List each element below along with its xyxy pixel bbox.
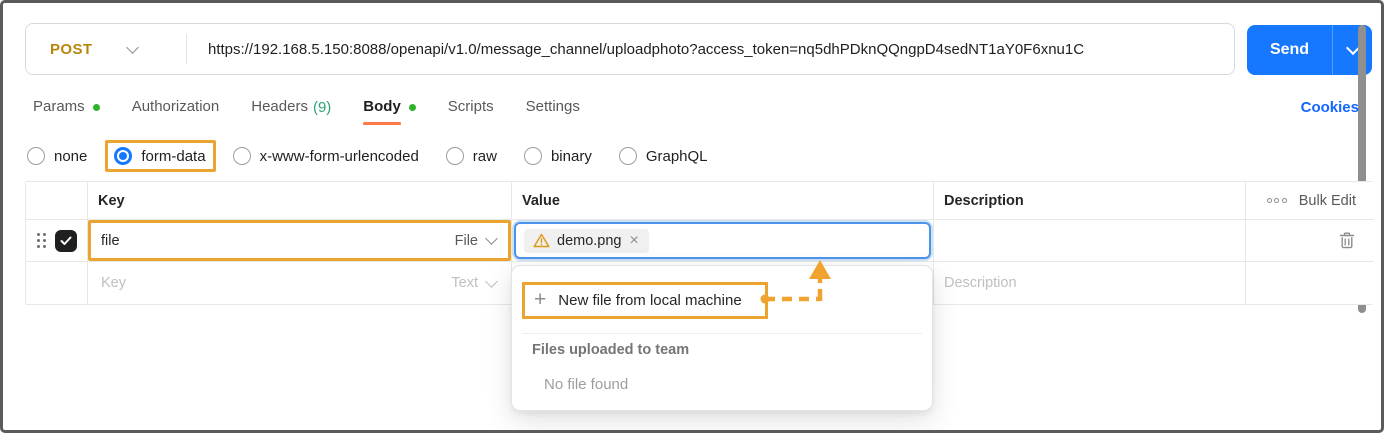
checkmark-icon — [60, 236, 72, 245]
send-button[interactable]: Send — [1247, 25, 1372, 75]
body-type-options: none form-data x-www-form-urlencoded raw… — [27, 139, 708, 173]
table-header-handle — [26, 182, 88, 220]
tab-authorization[interactable]: Authorization — [132, 97, 220, 117]
chevron-down-icon — [485, 274, 498, 288]
tab-label-text: Body — [363, 98, 401, 115]
table-header-actions: Bulk Edit — [1246, 182, 1374, 220]
tab-scripts[interactable]: Scripts — [448, 97, 494, 117]
chevron-down-icon — [485, 232, 498, 245]
description-cell-row1[interactable] — [934, 220, 1246, 262]
cookies-link[interactable]: Cookies — [1301, 99, 1359, 116]
divider — [522, 333, 922, 334]
no-file-found-text: No file found — [544, 376, 629, 393]
radio-label: none — [54, 147, 88, 165]
send-options-button[interactable] — [1333, 25, 1372, 75]
chip-close-icon[interactable]: × — [629, 232, 640, 249]
actions-cell-row1 — [1246, 220, 1374, 262]
radio-label: binary — [550, 147, 592, 165]
value-cell-row1: demo.png × — [512, 220, 934, 262]
table-header-key: Key — [88, 182, 512, 220]
tab-label: Authorization — [131, 98, 220, 115]
radio-binary[interactable]: binary — [523, 147, 592, 165]
radio-none[interactable]: none — [27, 147, 87, 165]
green-dot-icon — [92, 103, 100, 111]
radio-icon — [27, 147, 45, 165]
tab-label: Settings — [525, 98, 580, 115]
radio-checked-icon — [114, 147, 133, 165]
type-select-file[interactable]: File — [454, 232, 511, 249]
radio-form-data[interactable]: form-data — [105, 140, 216, 172]
table-header-description: Description — [934, 182, 1246, 220]
request-tabs: Params Authorization Headers (9) Body Sc… — [33, 97, 580, 125]
description-placeholder: Description — [944, 275, 1017, 291]
active-tab-underline — [363, 122, 401, 125]
chevron-down-icon — [126, 40, 140, 54]
warning-icon — [533, 233, 550, 248]
headers-count-badge: (9) — [312, 98, 332, 116]
files-uploaded-section-title: Files uploaded to team — [532, 342, 690, 358]
actions-cell-row2 — [1246, 262, 1374, 304]
method-select[interactable]: POST — [26, 24, 186, 74]
description-cell-row2[interactable]: Description — [934, 262, 1246, 304]
radio-graphql[interactable]: GraphQL — [618, 147, 708, 165]
table-header-value: Value — [512, 182, 934, 220]
type-select-value: Text — [451, 275, 478, 291]
tab-label: Scripts — [447, 98, 494, 115]
send-button-label: Send — [1269, 41, 1310, 58]
url-input[interactable]: https://192.168.5.150:8088/openapi/v1.0/… — [187, 41, 1084, 58]
request-url-bar: POST https://192.168.5.150:8088/openapi/… — [25, 23, 1235, 75]
tab-label: Headers — [251, 98, 308, 115]
file-chip: demo.png × — [524, 228, 649, 253]
green-dot-icon — [408, 103, 416, 111]
app-window: POST https://192.168.5.150:8088/openapi/… — [0, 0, 1384, 433]
new-file-label: New file from local machine — [558, 292, 742, 309]
method-label: POST — [50, 40, 93, 58]
row-handle-cell-empty — [26, 262, 88, 304]
new-file-from-local-machine-item[interactable]: + New file from local machine — [522, 282, 768, 319]
radio-label: raw — [472, 147, 497, 165]
row-handle-cell — [26, 220, 88, 262]
file-picker-dropdown: + New file from local machine Files uplo… — [511, 265, 933, 411]
key-cell-row1: file File — [88, 220, 512, 262]
key-input[interactable]: file — [88, 233, 120, 249]
annotation-highlight-box — [88, 220, 511, 261]
drag-handle-icon[interactable] — [37, 233, 46, 248]
file-chip-name: demo.png — [557, 232, 622, 249]
plus-icon: + — [534, 288, 547, 311]
trash-icon[interactable] — [1339, 232, 1355, 249]
bulk-edit-button[interactable]: Bulk Edit — [1299, 193, 1356, 209]
radio-icon — [445, 147, 464, 165]
radio-x-www-form-urlencoded[interactable]: x-www-form-urlencoded — [232, 147, 419, 165]
tab-headers[interactable]: Headers (9) — [251, 97, 331, 117]
radio-label: GraphQL — [645, 147, 708, 165]
row-checkbox-checked[interactable] — [55, 229, 77, 252]
radio-label: x-www-form-urlencoded — [259, 147, 419, 165]
tab-settings[interactable]: Settings — [526, 97, 580, 117]
tab-label: Body — [363, 97, 401, 125]
radio-icon — [232, 147, 251, 165]
tab-label: Params — [33, 98, 85, 115]
key-input-placeholder[interactable]: Key — [88, 275, 126, 291]
tab-params[interactable]: Params — [33, 97, 100, 117]
radio-icon — [618, 147, 637, 165]
radio-icon — [523, 147, 542, 165]
radio-label: form-data — [141, 147, 206, 165]
type-select-value: File — [454, 232, 478, 249]
radio-raw[interactable]: raw — [445, 147, 497, 165]
tab-body[interactable]: Body — [363, 97, 416, 125]
file-value-input-focused[interactable]: demo.png × — [514, 222, 931, 259]
type-select-text[interactable]: Text — [451, 274, 511, 291]
more-options-icon[interactable] — [1266, 198, 1287, 203]
key-cell-row2: Key Text — [88, 262, 512, 304]
